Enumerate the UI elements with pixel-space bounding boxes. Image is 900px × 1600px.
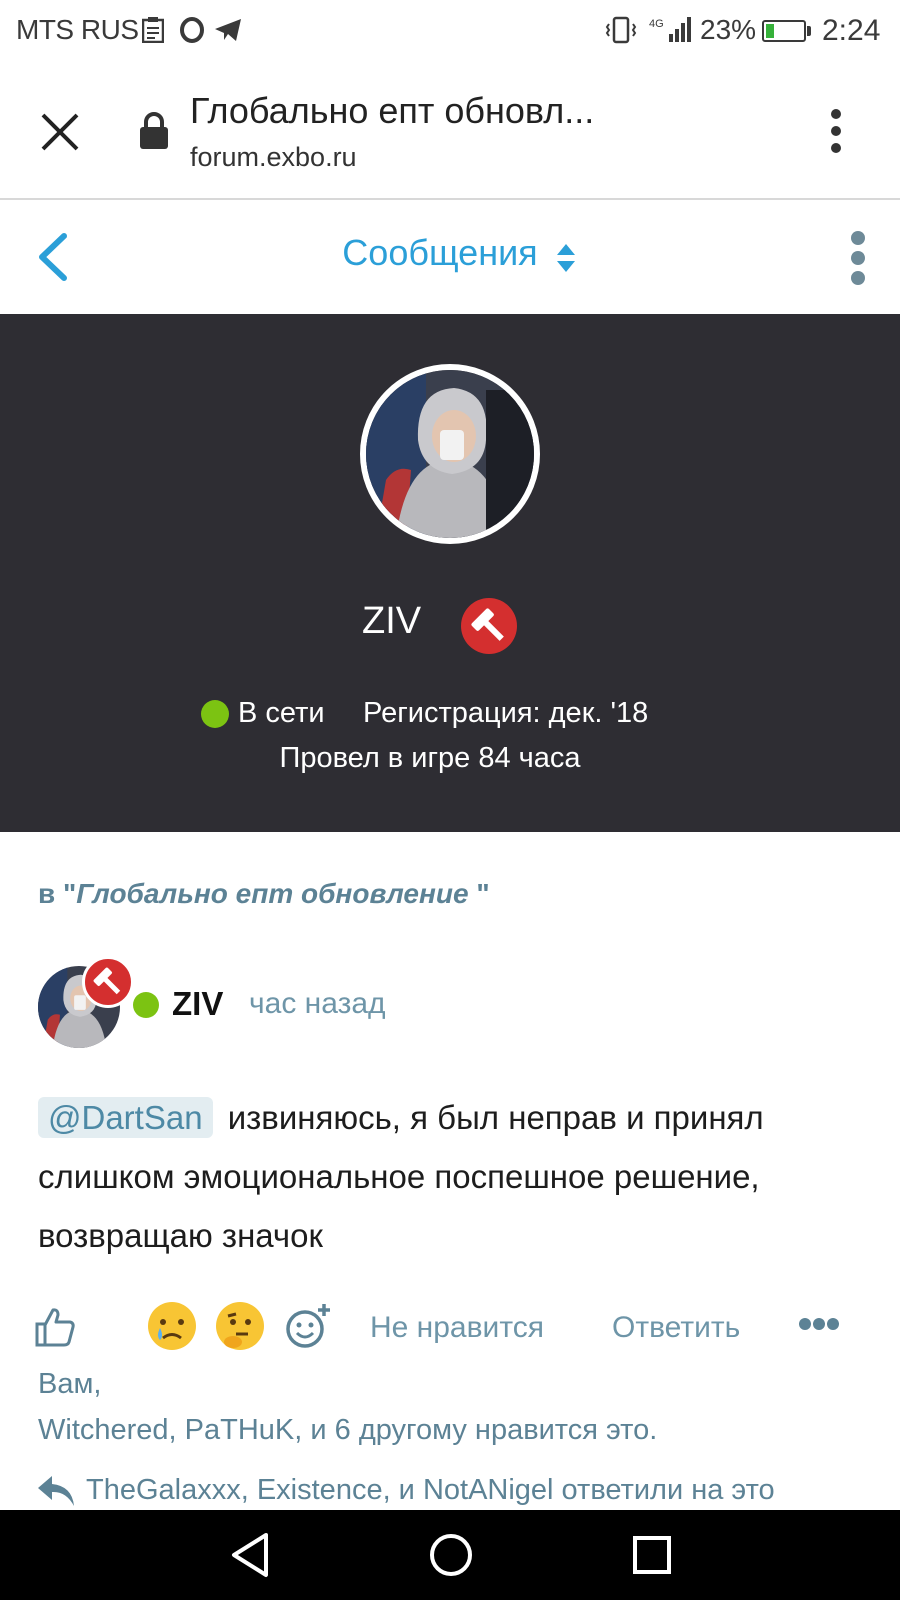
post-body: @DartSan извиняюсь, я был неправ и приня… <box>38 1088 868 1265</box>
battery-tip <box>807 26 811 36</box>
more-vert-icon[interactable] <box>848 230 868 286</box>
likes-summary[interactable]: Witchered, PaTHuK, и 6 другому нравится … <box>38 1414 657 1447</box>
header-title[interactable]: Сообщения <box>0 232 900 274</box>
clipboard-icon <box>140 16 166 44</box>
avatar[interactable] <box>360 364 540 544</box>
nav-back-icon[interactable] <box>228 1531 272 1579</box>
online-status-label: В сети <box>238 697 325 729</box>
online-status-dot <box>133 992 159 1018</box>
close-icon[interactable] <box>34 106 86 158</box>
clock: 2:24 <box>822 14 881 47</box>
page-title: Глобально епт обновл... <box>190 90 595 131</box>
thread-title[interactable]: Глобально епт обновление <box>76 878 468 909</box>
battery-charging-icon <box>762 20 806 42</box>
nav-recent-apps-icon[interactable] <box>632 1535 672 1575</box>
post-time[interactable]: час назад <box>249 987 386 1021</box>
add-reaction-icon[interactable] <box>284 1302 332 1350</box>
thread-suffix: " <box>468 878 490 909</box>
carrier-label: MTS RUS <box>16 14 139 45</box>
battery-fill <box>766 24 774 38</box>
nav-home-icon[interactable] <box>429 1533 473 1577</box>
online-status-dot <box>201 700 229 728</box>
thread-prefix: в " <box>38 878 77 909</box>
page-url[interactable]: forum.exbo.ru <box>190 142 357 173</box>
dislike-button[interactable]: Не нравится <box>370 1311 544 1345</box>
mention-link[interactable]: @DartSan <box>38 1097 213 1138</box>
more-horiz-icon[interactable] <box>798 1316 840 1332</box>
signal-icon: 4G <box>648 16 696 44</box>
more-vert-icon[interactable] <box>826 108 846 154</box>
replies-summary[interactable]: TheGalaxxx, Existence, и NotANigel ответ… <box>86 1474 775 1507</box>
thread-reference[interactable]: в "Глобально епт обновление " <box>38 878 490 910</box>
profile-name: ZIV <box>362 600 422 642</box>
network-type-label: 4G <box>649 18 664 30</box>
likes-summary[interactable]: Вам, <box>38 1368 101 1401</box>
hammer-badge-icon <box>82 956 134 1008</box>
thinking-face-icon[interactable] <box>216 1302 264 1350</box>
thumbs-up-icon[interactable] <box>34 1306 76 1348</box>
post-author[interactable]: ZIV <box>172 985 223 1023</box>
vibrate-icon <box>604 16 638 44</box>
sort-icon[interactable] <box>556 243 576 273</box>
hammer-badge-icon <box>461 598 517 654</box>
lock-icon <box>139 112 169 150</box>
playtime: Провел в игре 84 часа <box>279 742 581 774</box>
opera-icon <box>178 16 206 44</box>
battery-percent: 23% <box>700 14 757 45</box>
telegram-icon <box>212 16 244 44</box>
registration-date: Регистрация: дек. '18 <box>363 697 649 729</box>
reply-arrow-icon <box>36 1474 76 1508</box>
crying-face-icon[interactable] <box>148 1302 196 1350</box>
reply-button[interactable]: Ответить <box>612 1311 740 1345</box>
